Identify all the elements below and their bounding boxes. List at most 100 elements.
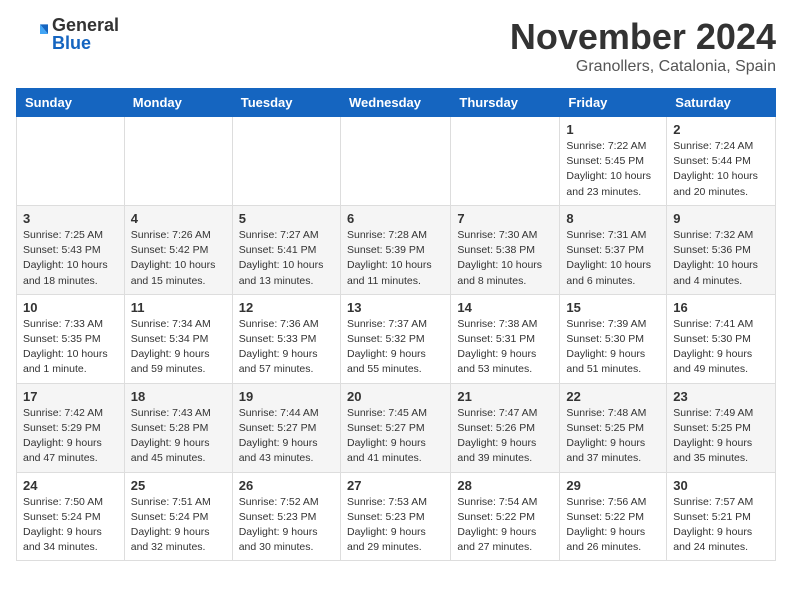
calendar-cell	[232, 117, 340, 206]
day-info: Sunrise: 7:31 AM Sunset: 5:37 PM Dayligh…	[566, 228, 660, 289]
calendar-week-row: 17Sunrise: 7:42 AM Sunset: 5:29 PM Dayli…	[17, 383, 776, 472]
day-info: Sunrise: 7:44 AM Sunset: 5:27 PM Dayligh…	[239, 406, 334, 467]
day-number: 13	[347, 300, 444, 315]
day-info: Sunrise: 7:30 AM Sunset: 5:38 PM Dayligh…	[457, 228, 553, 289]
page-header: General Blue November 2024 Granollers, C…	[16, 16, 776, 76]
day-number: 28	[457, 478, 553, 493]
calendar-cell: 6Sunrise: 7:28 AM Sunset: 5:39 PM Daylig…	[340, 205, 450, 294]
day-info: Sunrise: 7:53 AM Sunset: 5:23 PM Dayligh…	[347, 495, 444, 556]
title-area: November 2024 Granollers, Catalonia, Spa…	[510, 16, 776, 76]
day-info: Sunrise: 7:47 AM Sunset: 5:26 PM Dayligh…	[457, 406, 553, 467]
calendar-subtitle: Granollers, Catalonia, Spain	[510, 58, 776, 76]
day-info: Sunrise: 7:56 AM Sunset: 5:22 PM Dayligh…	[566, 495, 660, 556]
calendar-cell: 12 Sunrise: 7:36 AM Sunset: 5:33 PM Dayli…	[232, 294, 340, 383]
calendar-cell: 7 Sunrise: 7:30 AM Sunset: 5:38 PM Daylig…	[451, 205, 560, 294]
logo-general: General	[52, 16, 119, 34]
day-info: Sunrise: 7:43 AM Sunset: 5:28 PM Dayligh…	[131, 406, 226, 467]
day-info: Sunrise: 7:38 AM Sunset: 5:31 PM Dayligh…	[457, 317, 553, 378]
logo: General Blue	[16, 16, 119, 52]
day-info: Sunrise: 7:26 AM Sunset: 5:42 PM Dayligh…	[131, 228, 226, 289]
day-info: Sunrise: 7:28 AM Sunset: 5:39 PM Dayligh…	[347, 228, 444, 289]
calendar-cell: 9 Sunrise: 7:32 AM Sunset: 5:36 PM Daylig…	[667, 205, 776, 294]
calendar-cell: 8 Sunrise: 7:31 AM Sunset: 5:37 PM Daylig…	[560, 205, 667, 294]
day-info: Sunrise: 7:27 AM Sunset: 5:41 PM Dayligh…	[239, 228, 334, 289]
calendar-cell: 10 Sunrise: 7:33 AM Sunset: 5:35 PM Dayli…	[17, 294, 125, 383]
day-number: 11	[131, 300, 226, 315]
day-info: Sunrise: 7:57 AM Sunset: 5:21 PM Dayligh…	[673, 495, 769, 556]
day-number: 18	[131, 389, 226, 404]
day-number: 9	[673, 211, 769, 226]
calendar-cell: 3 Sunrise: 7:25 AM Sunset: 5:43 PM Daylig…	[17, 205, 125, 294]
calendar-table: SundayMondayTuesdayWednesdayThursdayFrid…	[16, 88, 776, 561]
calendar-cell: 15 Sunrise: 7:39 AM Sunset: 5:30 PM Dayli…	[560, 294, 667, 383]
day-info: Sunrise: 7:41 AM Sunset: 5:30 PM Dayligh…	[673, 317, 769, 378]
day-number: 3	[23, 211, 118, 226]
logo-text: General Blue	[52, 16, 119, 52]
logo-blue: Blue	[52, 34, 119, 52]
calendar-cell: 29 Sunrise: 7:56 AM Sunset: 5:22 PM Dayli…	[560, 472, 667, 561]
calendar-cell: 4 Sunrise: 7:26 AM Sunset: 5:42 PM Daylig…	[124, 205, 232, 294]
calendar-cell	[451, 117, 560, 206]
calendar-week-row: 1Sunrise: 7:22 AM Sunset: 5:45 PM Daylig…	[17, 117, 776, 206]
calendar-week-row: 10 Sunrise: 7:33 AM Sunset: 5:35 PM Dayli…	[17, 294, 776, 383]
calendar-cell	[124, 117, 232, 206]
calendar-cell	[17, 117, 125, 206]
day-number: 12	[239, 300, 334, 315]
day-info: Sunrise: 7:39 AM Sunset: 5:30 PM Dayligh…	[566, 317, 660, 378]
day-info: Sunrise: 7:37 AM Sunset: 5:32 PM Dayligh…	[347, 317, 444, 378]
column-header-tuesday: Tuesday	[232, 89, 340, 117]
day-number: 24	[23, 478, 118, 493]
day-number: 30	[673, 478, 769, 493]
day-info: Sunrise: 7:36 AM Sunset: 5:33 PM Dayligh…	[239, 317, 334, 378]
calendar-cell: 25 Sunrise: 7:51 AM Sunset: 5:24 PM Dayli…	[124, 472, 232, 561]
column-header-monday: Monday	[124, 89, 232, 117]
day-info: Sunrise: 7:22 AM Sunset: 5:45 PM Dayligh…	[566, 139, 660, 200]
calendar-cell	[340, 117, 450, 206]
day-number: 8	[566, 211, 660, 226]
day-number: 15	[566, 300, 660, 315]
calendar-cell: 28 Sunrise: 7:54 AM Sunset: 5:22 PM Dayli…	[451, 472, 560, 561]
logo-icon	[16, 18, 48, 50]
day-number: 25	[131, 478, 226, 493]
day-number: 16	[673, 300, 769, 315]
calendar-cell: 22Sunrise: 7:48 AM Sunset: 5:25 PM Dayli…	[560, 383, 667, 472]
calendar-cell: 24 Sunrise: 7:50 AM Sunset: 5:24 PM Dayli…	[17, 472, 125, 561]
calendar-cell: 16 Sunrise: 7:41 AM Sunset: 5:30 PM Dayli…	[667, 294, 776, 383]
day-info: Sunrise: 7:50 AM Sunset: 5:24 PM Dayligh…	[23, 495, 118, 556]
day-info: Sunrise: 7:25 AM Sunset: 5:43 PM Dayligh…	[23, 228, 118, 289]
day-info: Sunrise: 7:51 AM Sunset: 5:24 PM Dayligh…	[131, 495, 226, 556]
calendar-cell: 1Sunrise: 7:22 AM Sunset: 5:45 PM Daylig…	[560, 117, 667, 206]
day-info: Sunrise: 7:32 AM Sunset: 5:36 PM Dayligh…	[673, 228, 769, 289]
day-number: 10	[23, 300, 118, 315]
calendar-cell: 26 Sunrise: 7:52 AM Sunset: 5:23 PM Dayli…	[232, 472, 340, 561]
calendar-cell: 5 Sunrise: 7:27 AM Sunset: 5:41 PM Daylig…	[232, 205, 340, 294]
day-info: Sunrise: 7:52 AM Sunset: 5:23 PM Dayligh…	[239, 495, 334, 556]
day-info: Sunrise: 7:33 AM Sunset: 5:35 PM Dayligh…	[23, 317, 118, 378]
calendar-header-row: SundayMondayTuesdayWednesdayThursdayFrid…	[17, 89, 776, 117]
calendar-cell: 21 Sunrise: 7:47 AM Sunset: 5:26 PM Dayli…	[451, 383, 560, 472]
day-number: 26	[239, 478, 334, 493]
calendar-week-row: 3 Sunrise: 7:25 AM Sunset: 5:43 PM Daylig…	[17, 205, 776, 294]
column-header-saturday: Saturday	[667, 89, 776, 117]
day-number: 4	[131, 211, 226, 226]
calendar-cell: 23Sunrise: 7:49 AM Sunset: 5:25 PM Dayli…	[667, 383, 776, 472]
day-number: 27	[347, 478, 444, 493]
calendar-cell: 2 Sunrise: 7:24 AM Sunset: 5:44 PM Daylig…	[667, 117, 776, 206]
calendar-cell: 27 Sunrise: 7:53 AM Sunset: 5:23 PM Dayli…	[340, 472, 450, 561]
calendar-title: November 2024	[510, 16, 776, 58]
day-number: 14	[457, 300, 553, 315]
day-number: 5	[239, 211, 334, 226]
day-number: 7	[457, 211, 553, 226]
day-number: 2	[673, 122, 769, 137]
day-info: Sunrise: 7:45 AM Sunset: 5:27 PM Dayligh…	[347, 406, 444, 467]
column-header-friday: Friday	[560, 89, 667, 117]
day-number: 22	[566, 389, 660, 404]
day-number: 21	[457, 389, 553, 404]
column-header-sunday: Sunday	[17, 89, 125, 117]
day-number: 29	[566, 478, 660, 493]
day-info: Sunrise: 7:24 AM Sunset: 5:44 PM Dayligh…	[673, 139, 769, 200]
day-info: Sunrise: 7:54 AM Sunset: 5:22 PM Dayligh…	[457, 495, 553, 556]
calendar-cell: 30 Sunrise: 7:57 AM Sunset: 5:21 PM Dayli…	[667, 472, 776, 561]
calendar-cell: 13 Sunrise: 7:37 AM Sunset: 5:32 PM Dayli…	[340, 294, 450, 383]
calendar-cell: 18 Sunrise: 7:43 AM Sunset: 5:28 PM Dayli…	[124, 383, 232, 472]
